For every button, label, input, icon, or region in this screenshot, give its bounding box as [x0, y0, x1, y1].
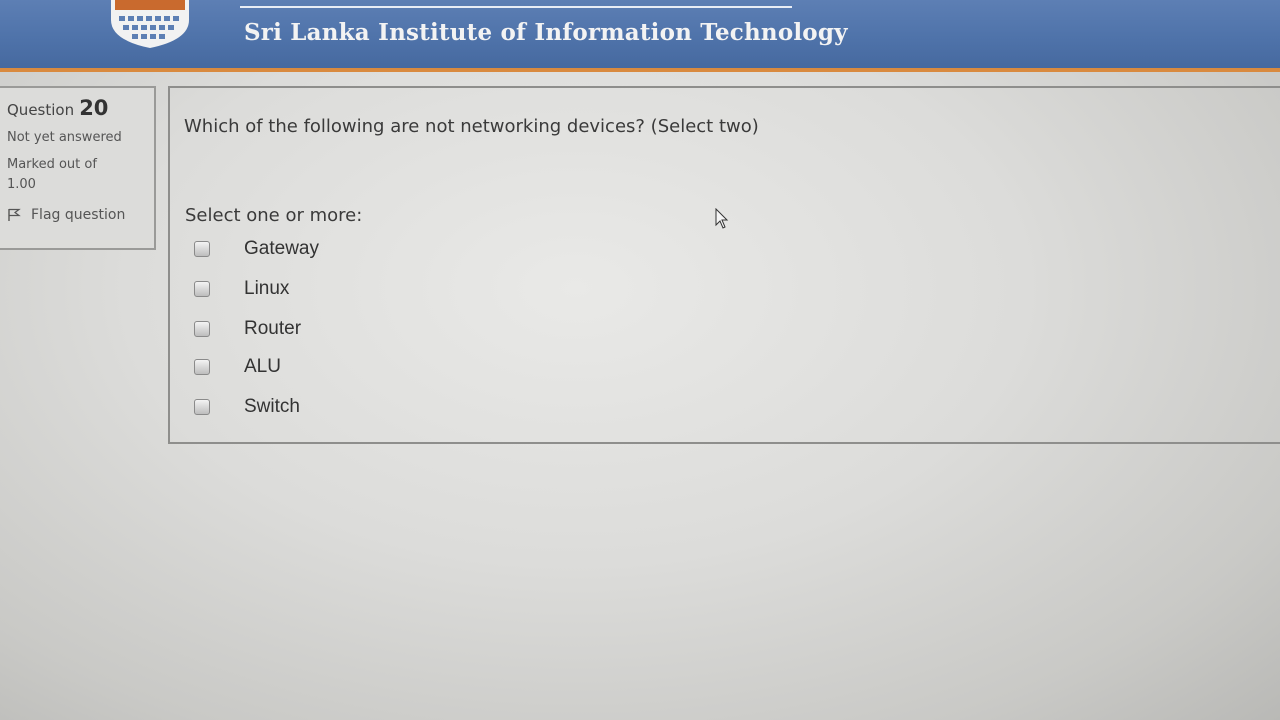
option-label: Gateway	[244, 238, 319, 259]
option-switch[interactable]: Switch	[194, 395, 300, 419]
checkbox-alu[interactable]	[194, 359, 210, 375]
flag-icon	[8, 208, 21, 221]
question-text: Which of the following are not networkin…	[184, 116, 759, 137]
checkbox-switch[interactable]	[194, 399, 210, 415]
question-box	[168, 86, 1280, 444]
checkbox-linux[interactable]	[194, 281, 210, 297]
site-title: Sri Lanka Institute of Information Techn…	[244, 19, 848, 46]
marked-out-of-label: Marked out of	[7, 157, 97, 172]
option-label: Router	[244, 318, 302, 339]
select-instruction: Select one or more:	[185, 205, 363, 226]
option-linux[interactable]: Linux	[194, 277, 289, 301]
option-router[interactable]: Router	[194, 317, 301, 341]
checkbox-gateway[interactable]	[194, 241, 210, 257]
question-label: Question	[7, 101, 75, 119]
option-gateway[interactable]: Gateway	[194, 237, 319, 261]
question-info-panel: Question 20 Not yet answered Marked out …	[0, 86, 156, 250]
answer-status: Not yet answered	[7, 130, 122, 145]
flag-question-label: Flag question	[31, 207, 126, 223]
question-number-heading: Question 20	[7, 96, 154, 120]
option-label: Switch	[244, 396, 300, 417]
option-label: Linux	[244, 278, 290, 299]
option-label: ALU	[244, 356, 281, 377]
option-alu[interactable]: ALU	[194, 355, 281, 379]
flag-question-link[interactable]: Flag question	[7, 207, 154, 223]
header-divider	[240, 6, 792, 8]
site-header: Sri Lanka Institute of Information Techn…	[0, 0, 1280, 72]
marked-out-of-value: 1.00	[7, 177, 36, 192]
question-number: 20	[79, 96, 109, 120]
sliit-logo-icon[interactable]	[107, 0, 193, 48]
mouse-pointer-icon	[715, 208, 729, 229]
checkbox-router[interactable]	[194, 321, 210, 337]
